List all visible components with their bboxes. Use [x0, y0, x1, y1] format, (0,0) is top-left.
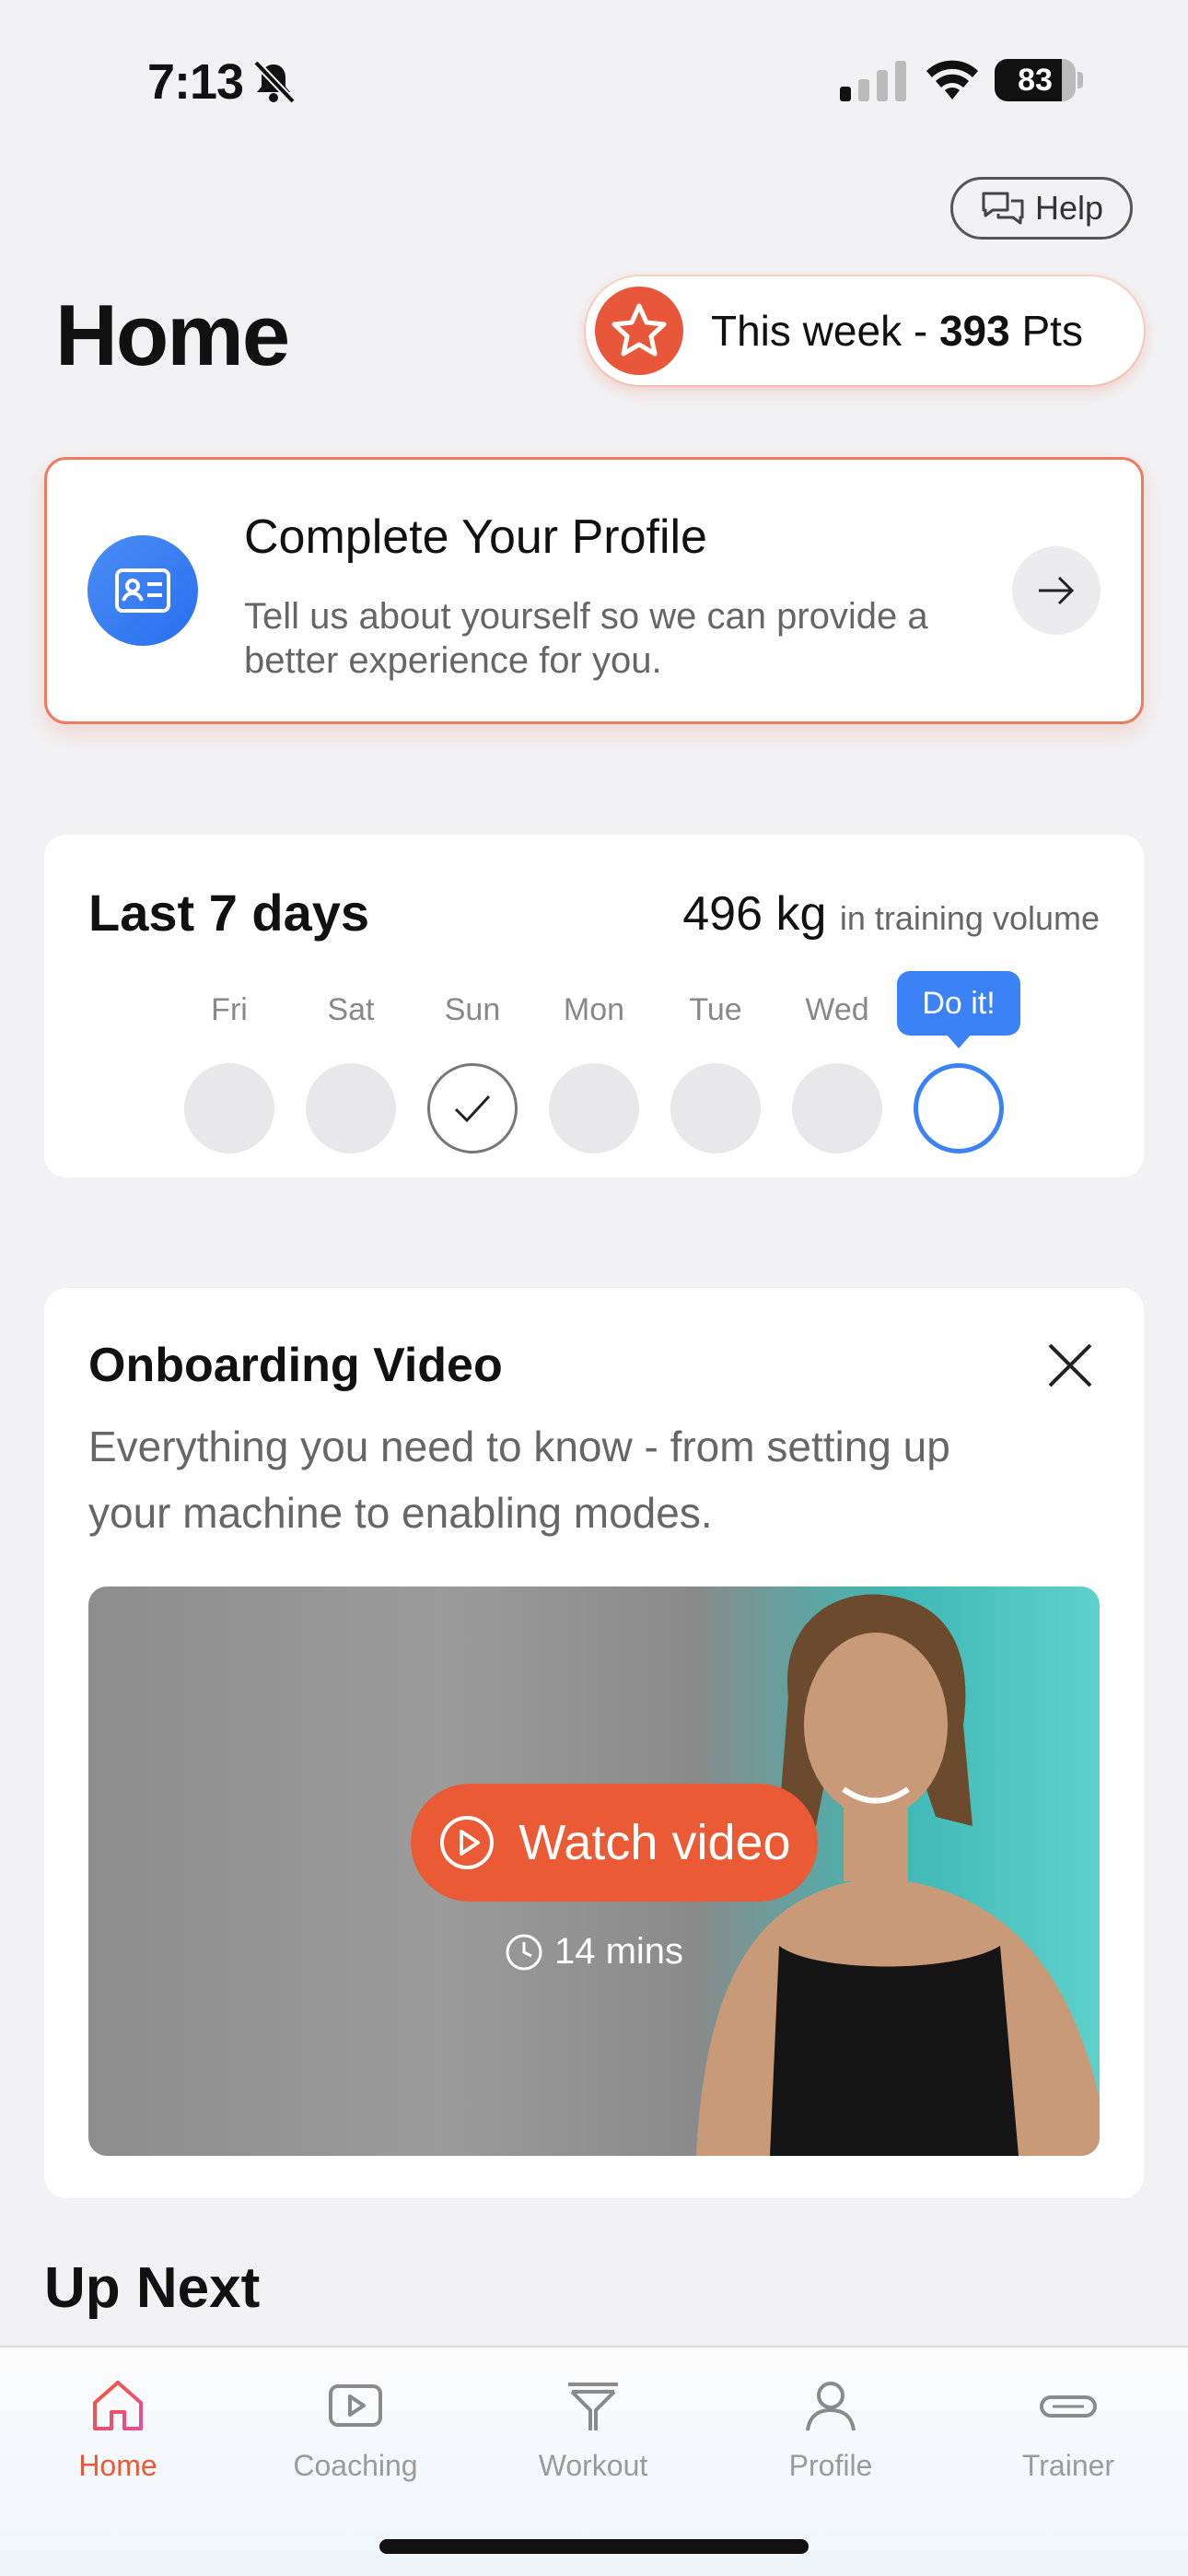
do-it-tooltip[interactable]: Do it!	[897, 971, 1020, 1048]
person-icon	[806, 2382, 856, 2431]
watch-video-label: Watch video	[518, 1815, 791, 1870]
battery-percent: 83	[1018, 63, 1053, 98]
day-label: Mon	[563, 992, 625, 1027]
help-button[interactable]: Help	[950, 177, 1133, 240]
day-wed[interactable]: Wed	[792, 989, 882, 1153]
id-card-icon	[87, 535, 198, 646]
day-circle	[184, 1063, 274, 1153]
day-circle	[549, 1063, 639, 1153]
tab-label: Coaching	[293, 2449, 418, 2482]
home-indicator[interactable]	[379, 2539, 809, 2554]
day-circle	[306, 1063, 396, 1153]
checkmark-icon	[454, 1095, 491, 1123]
tab-home[interactable]: Home	[26, 2375, 210, 2483]
profile-card-description: Tell us about yourself so we can provide…	[244, 596, 928, 681]
play-video-icon	[329, 2384, 382, 2427]
day-circle-completed	[427, 1063, 518, 1153]
day-circle	[670, 1063, 761, 1153]
duration-label: 14 mins	[553, 1931, 684, 1972]
status-bar: 7:13 83	[0, 0, 1188, 157]
home-icon	[93, 2381, 143, 2430]
day-mon[interactable]: Mon	[549, 989, 639, 1153]
tab-label: Home	[78, 2449, 157, 2482]
video-thumbnail[interactable]: Watch video 14 mins	[88, 1587, 1100, 2156]
day-label: Fri	[211, 992, 248, 1027]
tab-coaching[interactable]: Coaching	[263, 2375, 448, 2483]
complete-profile-card[interactable]: Complete Your Profile Tell us about your…	[44, 457, 1144, 724]
day-circle-today	[914, 1063, 1004, 1153]
tab-workout[interactable]: Workout	[501, 2375, 685, 2483]
day-sun[interactable]: Sun	[427, 989, 518, 1153]
day-label: Wed	[805, 992, 869, 1027]
tab-trainer[interactable]: Trainer	[976, 2375, 1160, 2483]
profile-card-title: Complete Your Profile	[244, 510, 707, 564]
bell-muted-icon	[253, 60, 296, 104]
tab-label: Trainer	[1021, 2449, 1115, 2482]
battery-indicator: 83	[995, 59, 1083, 101]
onboarding-video-description: Everything you need to know - from setti…	[88, 1423, 950, 1537]
arrow-right-icon[interactable]	[1012, 546, 1101, 635]
close-icon[interactable]	[1044, 1340, 1096, 1391]
watch-video-button[interactable]: Watch video	[411, 1784, 818, 1902]
onboarding-video-title: Onboarding Video	[88, 1339, 503, 1392]
cable-machine-icon	[568, 2383, 618, 2430]
page-title: Home	[55, 287, 290, 383]
help-label: Help	[1034, 189, 1104, 227]
day-circle	[792, 1063, 882, 1153]
clock-icon	[506, 1934, 542, 1970]
day-sat[interactable]: Sat	[306, 989, 396, 1153]
weekly-points-text: This week - 393 Pts	[711, 307, 1083, 355]
day-tue[interactable]: Tue	[670, 989, 761, 1153]
day-label: Sat	[327, 992, 375, 1027]
day-label: Sun	[444, 992, 501, 1027]
last-7-days-title: Last 7 days	[88, 884, 370, 942]
weekly-points-badge[interactable]: This week - 393 Pts	[586, 276, 1144, 385]
up-next-heading: Up Next	[44, 2256, 261, 2320]
cellular-signal-icon	[840, 61, 906, 101]
star-icon	[595, 287, 683, 375]
trainer-device-icon	[1040, 2395, 1097, 2418]
play-circle-icon	[440, 1816, 495, 1869]
last-7-days-card: Last 7 days 496 kg in training volume Fr…	[44, 835, 1144, 1177]
tab-label: Profile	[788, 2449, 873, 2482]
tab-label: Workout	[538, 2449, 648, 2482]
training-volume: 496 kg in training volume	[682, 887, 1100, 941]
video-duration: 14 mins	[88, 1931, 1100, 1973]
chat-bubbles-icon	[982, 192, 1024, 225]
onboarding-video-card: Onboarding Video Everything you need to …	[44, 1288, 1144, 2198]
tab-profile[interactable]: Profile	[739, 2375, 923, 2483]
status-time: 7:13	[147, 54, 244, 110]
wifi-icon	[926, 60, 978, 100]
day-fri[interactable]: Fri	[184, 989, 274, 1153]
day-label: Tue	[689, 992, 742, 1027]
